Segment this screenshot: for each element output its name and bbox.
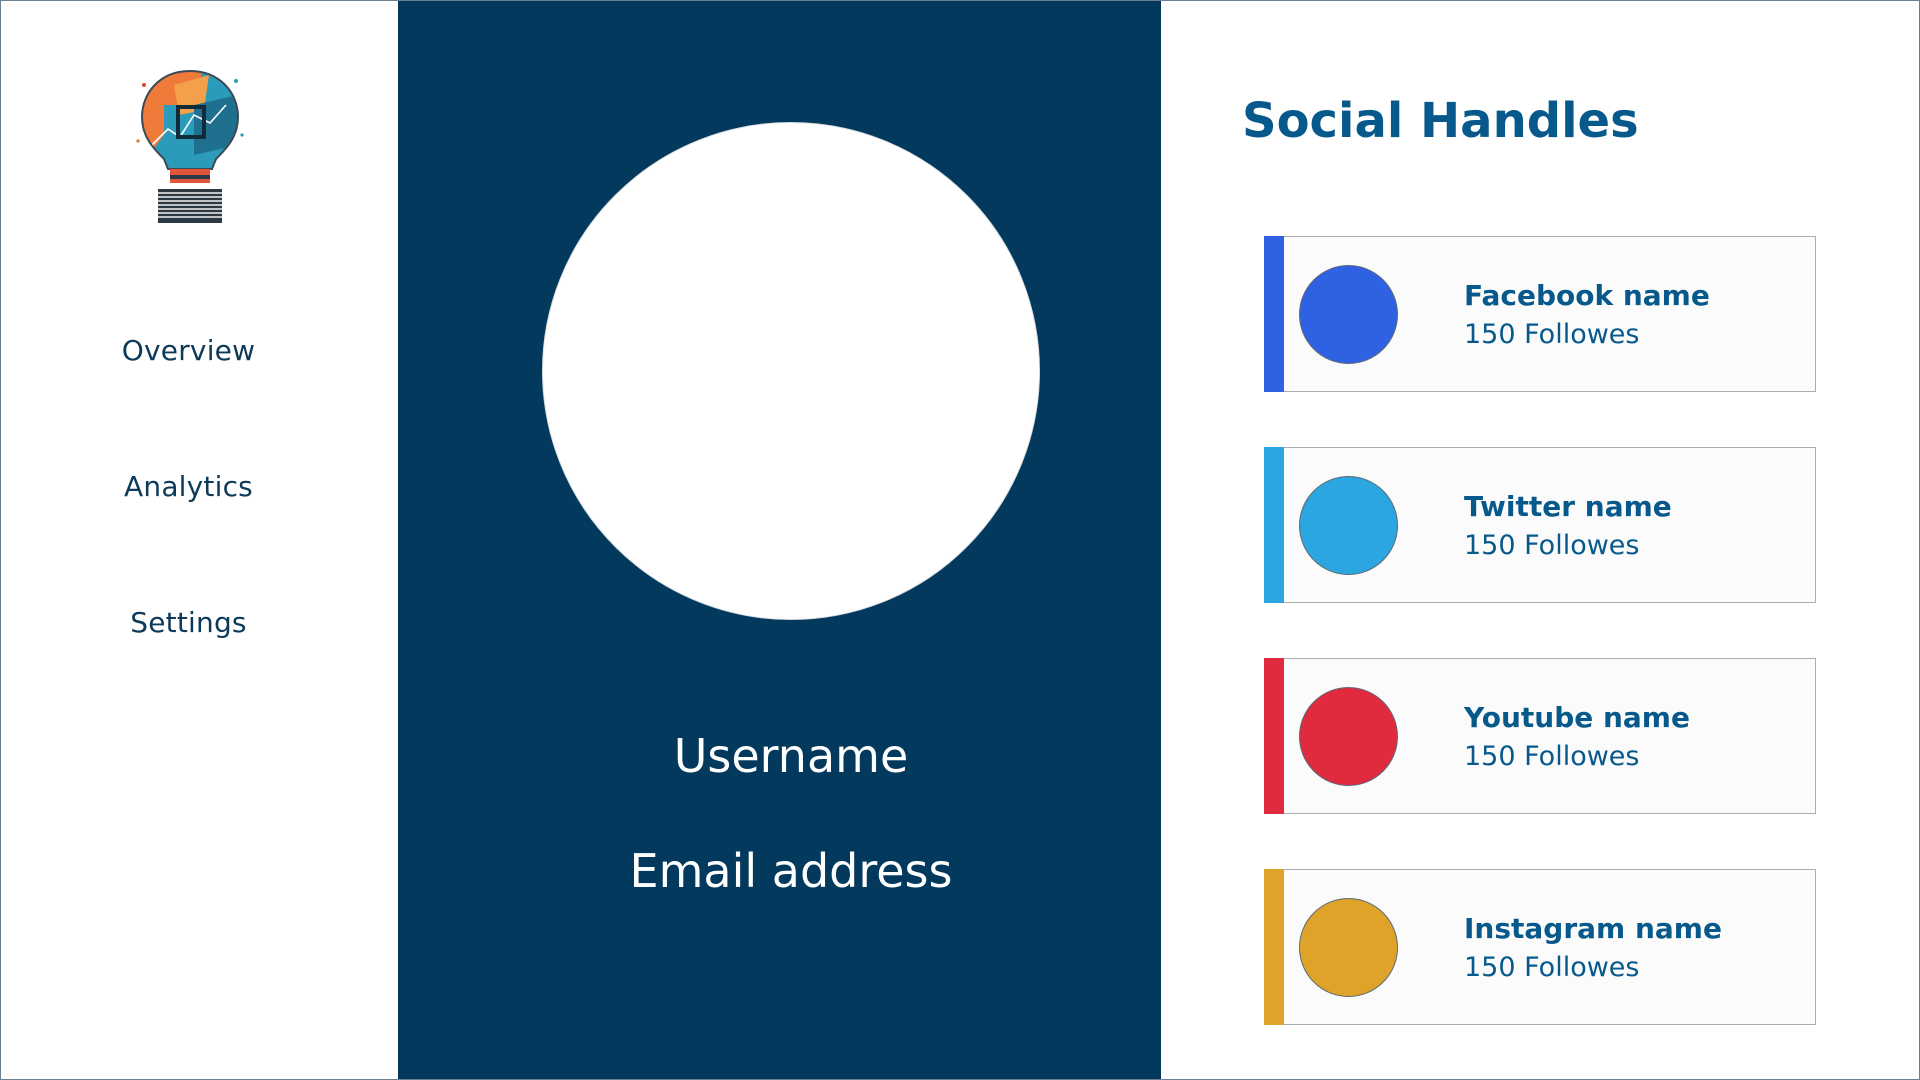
profile-panel: Username Email address	[398, 1, 1161, 1079]
twitter-icon	[1299, 476, 1398, 575]
avatar[interactable]	[542, 122, 1040, 620]
sidebar: Overview Analytics Settings	[1, 1, 398, 1079]
social-followers: 150 Followes	[1464, 952, 1640, 983]
social-handles-title: Social Handles	[1242, 93, 1639, 149]
dashboard-page: Overview Analytics Settings Username Ema…	[0, 0, 1920, 1080]
social-name: Twitter name	[1464, 490, 1672, 523]
card-accent-bar	[1264, 869, 1284, 1025]
social-card-youtube[interactable]: Youtube name 150 Followes	[1264, 658, 1816, 814]
social-followers: 150 Followes	[1464, 319, 1640, 350]
social-name: Facebook name	[1464, 279, 1710, 312]
instagram-icon	[1299, 898, 1398, 997]
email-text: Email address	[629, 844, 953, 898]
nav-analytics[interactable]: Analytics	[1, 470, 376, 503]
card-accent-bar	[1264, 447, 1284, 603]
nav-overview[interactable]: Overview	[1, 334, 376, 367]
facebook-icon	[1299, 265, 1398, 364]
lightbulb-logo-icon	[134, 65, 246, 225]
youtube-icon	[1299, 687, 1398, 786]
social-card-twitter[interactable]: Twitter name 150 Followes	[1264, 447, 1816, 603]
social-followers: 150 Followes	[1464, 530, 1640, 561]
social-card-facebook[interactable]: Facebook name 150 Followes	[1264, 236, 1816, 392]
nav-settings[interactable]: Settings	[1, 606, 376, 639]
username-text: Username	[673, 729, 909, 783]
social-name: Youtube name	[1464, 701, 1690, 734]
social-handles-panel: Social Handles Facebook name 150 Followe…	[1161, 1, 1919, 1079]
social-card-instagram[interactable]: Instagram name 150 Followes	[1264, 869, 1816, 1025]
social-followers: 150 Followes	[1464, 741, 1640, 772]
card-accent-bar	[1264, 658, 1284, 814]
card-accent-bar	[1264, 236, 1284, 392]
social-name: Instagram name	[1464, 912, 1722, 945]
